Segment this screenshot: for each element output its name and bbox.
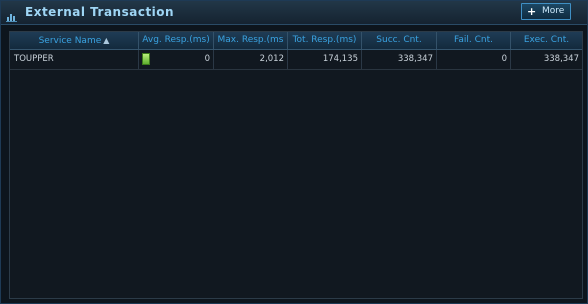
external-transaction-panel: External Transaction + More Service Name… xyxy=(0,0,588,304)
sort-ascending-icon: ▲ xyxy=(103,36,110,45)
panel-title-bar: External Transaction + More xyxy=(1,1,587,25)
table-row[interactable]: TOUPPER 0 2,012 174,135 338,347 0 338,34… xyxy=(10,50,582,70)
table-header-row: Service Name ▲ Avg. Resp.(ms) Max. Resp.(… xyxy=(10,32,582,50)
chart-icon xyxy=(6,7,17,22)
column-header-max-resp[interactable]: Max. Resp.(ms xyxy=(214,32,288,49)
cell-succ-cnt: 338,347 xyxy=(362,50,437,69)
cell-avg-resp: 0 xyxy=(139,50,214,69)
cell-avg-resp-value: 0 xyxy=(204,54,210,64)
more-button[interactable]: + More xyxy=(521,3,571,20)
cell-fail-cnt: 0 xyxy=(437,50,511,69)
column-header-service-name[interactable]: Service Name ▲ xyxy=(10,32,139,49)
more-button-label: More xyxy=(542,6,565,16)
transaction-table: Service Name ▲ Avg. Resp.(ms) Max. Resp.(… xyxy=(9,31,583,299)
cell-service-name: TOUPPER xyxy=(10,50,139,69)
column-header-tot-resp[interactable]: Tot. Resp.(ms) xyxy=(288,32,362,49)
cell-max-resp: 2,012 xyxy=(214,50,288,69)
avg-resp-bar xyxy=(142,53,150,65)
cell-tot-resp: 174,135 xyxy=(288,50,362,69)
column-header-exec-cnt[interactable]: Exec. Cnt. xyxy=(511,32,582,49)
panel-title: External Transaction xyxy=(25,5,175,19)
column-header-label: Service Name xyxy=(38,36,102,46)
column-header-avg-resp[interactable]: Avg. Resp.(ms) xyxy=(139,32,214,49)
cell-exec-cnt: 338,347 xyxy=(543,54,579,64)
column-header-succ-cnt[interactable]: Succ. Cnt. xyxy=(362,32,437,49)
plus-icon: + xyxy=(527,5,537,18)
column-header-fail-cnt[interactable]: Fail. Cnt. xyxy=(437,32,511,49)
